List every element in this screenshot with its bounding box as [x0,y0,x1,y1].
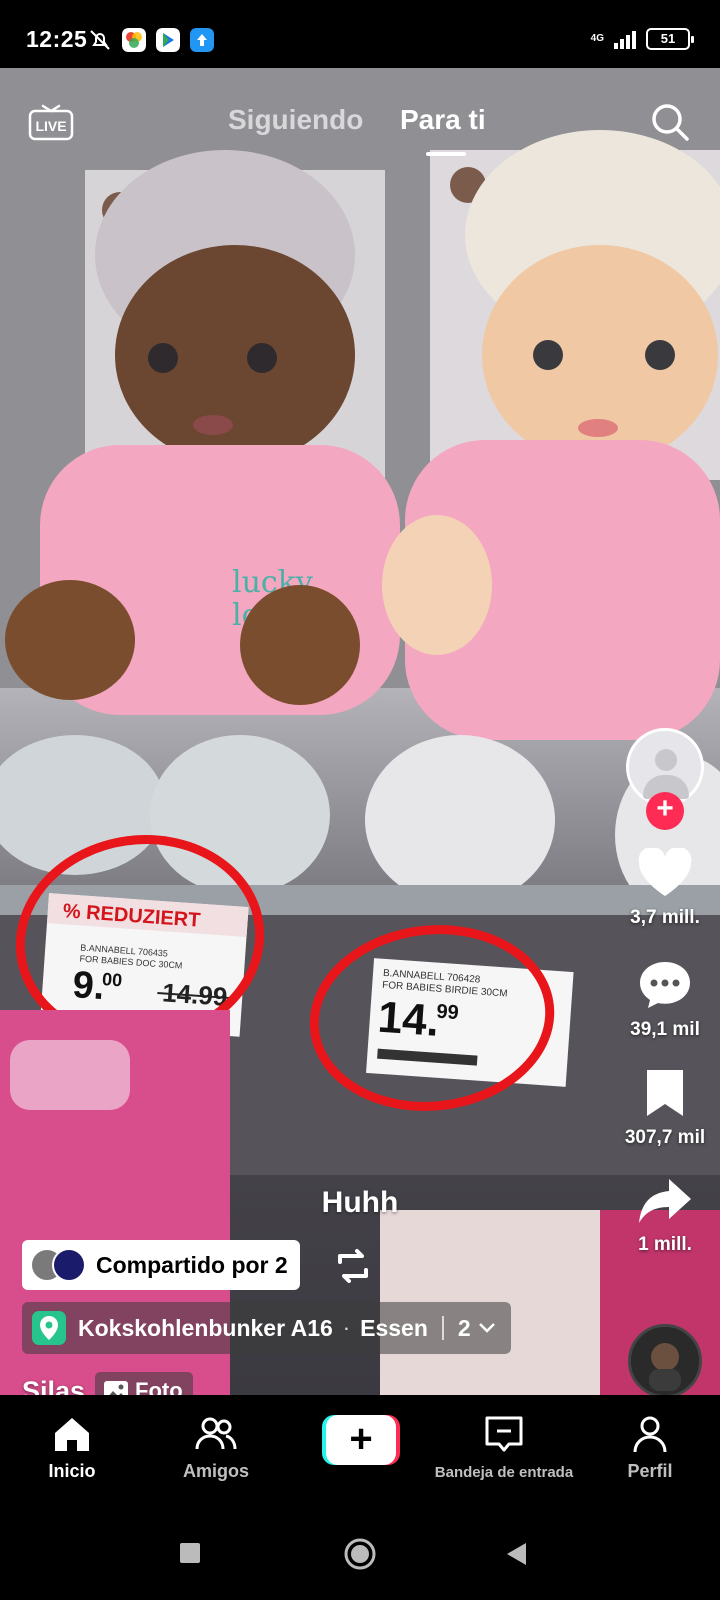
like-count: 3,7 mill. [630,907,700,928]
chevron-down-icon [478,1323,495,1333]
nav-profile-label: Perfil [627,1461,673,1481]
nav-profile[interactable]: Perfil [590,1395,710,1482]
svg-text:9.: 9. [71,964,106,1008]
live-button[interactable]: LIVE [28,100,74,142]
nav-home[interactable]: Inicio [12,1395,132,1482]
photos-app-icon [122,28,146,52]
back-triangle-icon[interactable] [504,1541,528,1567]
shared-by-pill[interactable]: Compartido por 2 [22,1240,300,1290]
location-count: 2 [457,1314,471,1341]
play-store-icon [156,28,180,52]
save-button[interactable]: 307,7 mil [615,1068,715,1149]
location-name: Kokskohlenbunker A16 [78,1314,333,1341]
battery-level: 51 [660,31,676,46]
upload-app-icon [190,28,214,52]
nav-inbox-label: Bandeja de entrada [434,1464,574,1481]
bookmark-icon [647,1070,683,1116]
share-count: 1 mill. [638,1234,692,1255]
signal-icon [614,29,636,49]
status-time: 12:25 [26,26,88,52]
inbox-icon [485,1416,523,1452]
network-type: 4G [590,33,604,44]
repost-icon[interactable] [330,1244,376,1288]
create-button[interactable]: + [322,1415,400,1465]
bottom-nav: Inicio Amigos + Bandeja de entrada Perfi… [0,1395,720,1515]
home-circle-icon[interactable] [343,1537,377,1571]
svg-text:14.: 14. [376,993,440,1046]
like-button[interactable]: 3,7 mill. [615,846,715,929]
location-city: Essen [360,1314,428,1341]
live-label: LIVE [35,118,66,134]
location-divider [441,1316,444,1340]
overlay-caption-text: Huhh [321,1186,399,1219]
location-pill[interactable]: Kokskohlenbunker A16 · Essen 2 [22,1302,511,1354]
svg-text:99: 99 [436,1001,460,1024]
comment-icon [640,962,690,1008]
comment-button[interactable]: 39,1 mil [615,958,715,1041]
save-count: 307,7 mil [624,1127,706,1148]
music-disc-avatar[interactable] [628,1324,702,1398]
avatar-placeholder-head [655,749,677,771]
svg-text:00: 00 [102,969,123,990]
notification-icons [88,28,214,52]
tab-active-indicator [426,152,466,156]
location-separator: · [342,1315,351,1340]
nav-friends[interactable]: Amigos [156,1395,276,1482]
follow-plus-icon[interactable]: + [646,792,684,830]
nav-friends-label: Amigos [182,1461,249,1481]
sharer-avatar-2 [52,1248,86,1282]
search-icon[interactable] [648,100,692,144]
music-disc-icon [631,1327,699,1395]
shared-by-label: Compartido por 2 [96,1251,288,1278]
home-icon [55,1418,89,1451]
heart-icon [638,846,692,896]
live-icon: LIVE [28,104,74,141]
status-right: 4G 51 [590,28,694,50]
tab-for-you[interactable]: Para ti [400,104,486,136]
friends-icon [195,1417,237,1450]
nav-inbox[interactable]: Bandeja de entrada [434,1395,574,1481]
status-bar: 12:25 4G 51 [0,0,720,68]
plus-icon: + [326,1415,396,1465]
comment-count: 39,1 mil [630,1019,700,1040]
battery-icon: 51 [646,28,694,50]
top-nav: LIVE Siguiendo Para ti [0,96,720,166]
system-nav-bar [0,1515,720,1600]
location-pin-icon [32,1311,66,1345]
nav-home-label: Inicio [48,1461,96,1481]
bell-muted-icon [90,30,110,50]
tab-following[interactable]: Siguiendo [228,104,363,136]
recents-square-icon[interactable] [178,1541,202,1565]
profile-icon [633,1416,667,1453]
